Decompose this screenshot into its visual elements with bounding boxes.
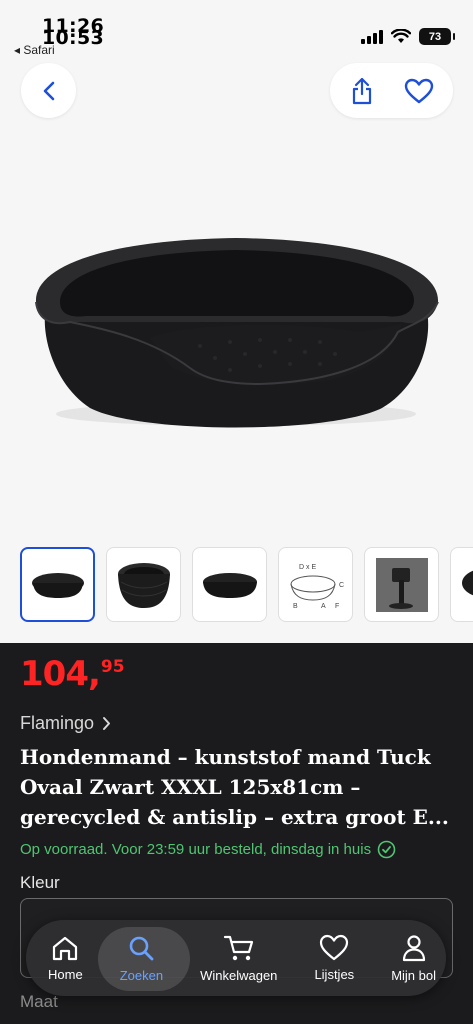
nav-search[interactable]: Zoeken: [97, 925, 191, 991]
bottom-navigation: Home Zoeken Winkelwagen Lijstjes Mijn bo…: [26, 920, 446, 996]
nav-home-label: Home: [48, 966, 83, 982]
svg-text:F: F: [335, 603, 339, 610]
thumbnail-strip: D x E C B A F: [20, 547, 473, 623]
color-label: Kleur: [20, 873, 60, 892]
wifi-icon: [391, 29, 411, 43]
nav-cart-label: Winkelwagen: [200, 967, 278, 983]
back-to-safari-link[interactable]: ◂ Safari: [14, 43, 55, 57]
thumbnail-image: [202, 572, 257, 598]
person-icon: [402, 934, 425, 961]
status-bar: 11:26 10:53 ◂ Safari 73: [0, 0, 473, 60]
info-icon[interactable]: [377, 840, 396, 859]
thumbnail-4[interactable]: D x E C B A F: [278, 547, 353, 622]
cart-icon: [223, 935, 253, 960]
product-title: Hondenmand – kunststof mand Tuck Ovaal Z…: [20, 745, 449, 829]
chevron-left-icon: [43, 81, 54, 100]
thumbnail-1[interactable]: [20, 547, 95, 622]
stock-text: Op voorraad. Voor 23:59 uur besteld, din…: [20, 841, 372, 858]
price-cents: 95: [100, 657, 125, 677]
product-image-area: 11:26 10:53 ◂ Safari 73 D x E C B A F: [0, 0, 473, 643]
nav-lists-label: Lijstjes: [314, 967, 355, 982]
brand-name: Flamingo: [20, 713, 95, 733]
thumbnail-6[interactable]: [450, 547, 473, 622]
size-label: Maat: [20, 992, 58, 1011]
svg-text:A: A: [321, 603, 326, 610]
nav-account[interactable]: Mijn bol: [391, 925, 436, 991]
action-pill: [330, 63, 453, 118]
dimensions-diagram-icon: D x E C B A F: [290, 564, 344, 610]
price-euros: 104,: [20, 654, 101, 694]
thumbnail-image: [375, 557, 428, 612]
nav-account-label: Mijn bol: [391, 967, 436, 983]
heart-icon[interactable]: [404, 78, 434, 104]
chevron-right-icon: [103, 717, 111, 730]
heart-icon: [320, 934, 349, 961]
nav-search-label: Zoeken: [119, 967, 164, 983]
nav-lists[interactable]: Lijstjes: [314, 925, 354, 991]
home-icon: [53, 936, 78, 960]
svg-text:C: C: [339, 582, 344, 589]
product-page: 11:26 10:53 ◂ Safari 73 D x E C B A F 10…: [0, 0, 473, 1024]
nav-home[interactable]: Home: [48, 925, 83, 991]
thumbnail-3[interactable]: [192, 547, 267, 622]
dog-bed-image: [35, 238, 439, 428]
thumbnail-image: [31, 572, 84, 598]
signal-icon: [361, 29, 383, 44]
svg-text:D x E: D x E: [299, 564, 316, 571]
brand-link[interactable]: Flamingo: [20, 713, 111, 734]
svg-text:B: B: [293, 603, 298, 610]
status-icons: 73: [361, 28, 455, 45]
product-price: 104, 95: [20, 654, 125, 694]
search-icon: [130, 936, 154, 960]
nav-cart[interactable]: Winkelwagen: [200, 925, 277, 991]
thumbnail-5[interactable]: [364, 547, 439, 622]
share-icon[interactable]: [350, 77, 374, 105]
back-button[interactable]: [21, 63, 76, 118]
thumbnail-image: [117, 562, 170, 608]
stock-status: Op voorraad. Voor 23:59 uur besteld, din…: [20, 840, 396, 859]
thumbnail-2[interactable]: [106, 547, 181, 622]
thumbnail-image: [461, 570, 473, 595]
battery-indicator: 73: [419, 28, 455, 45]
